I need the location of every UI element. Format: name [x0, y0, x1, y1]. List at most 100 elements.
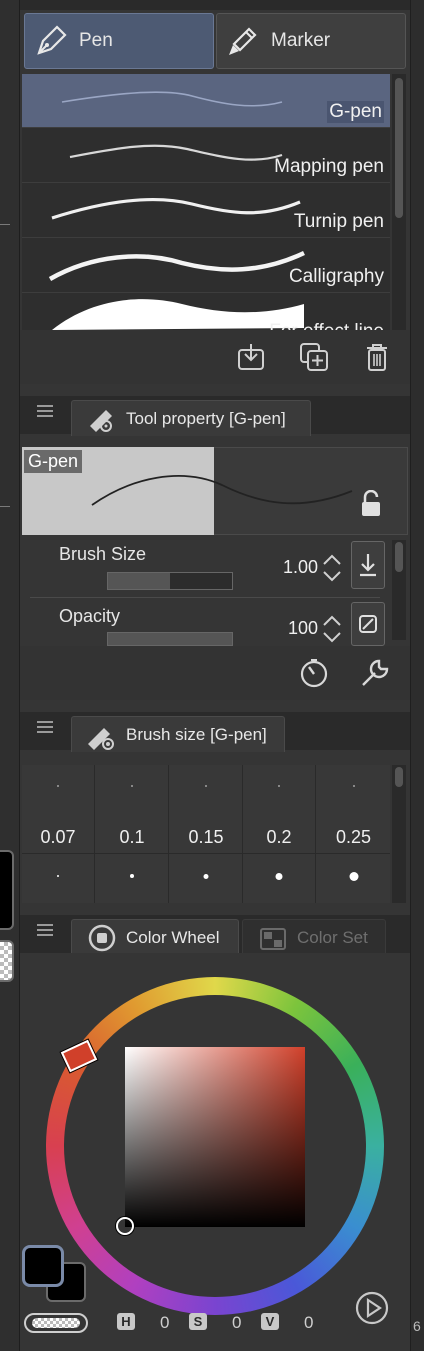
- brush-size-slider-fill: [108, 573, 170, 589]
- left-ruler-tick: [0, 506, 10, 507]
- brush-size-option: 0.2: [266, 827, 292, 847]
- marker-icon: [229, 27, 257, 55]
- brush-size-cell[interactable]: 0.1: [96, 765, 169, 903]
- timer-icon[interactable]: [298, 657, 330, 689]
- list-item-turnip-pen[interactable]: Turnip pen: [22, 184, 390, 238]
- v-badge: V: [261, 1313, 279, 1330]
- h-value[interactable]: 0: [160, 1313, 169, 1333]
- brush-size-option: 0.1: [119, 827, 145, 847]
- property-scroll-thumb[interactable]: [395, 542, 403, 572]
- pressure-button[interactable]: [351, 541, 385, 589]
- tab-brush-size[interactable]: Brush size [G-pen]: [71, 716, 285, 752]
- tab-color-wheel[interactable]: Color Wheel: [71, 919, 239, 955]
- sv-picker-handle[interactable]: [116, 1217, 134, 1235]
- main-color-swatch[interactable]: [22, 1245, 64, 1287]
- size-dot-preview: [205, 785, 207, 787]
- brush-size-cell[interactable]: 0.25: [317, 765, 390, 903]
- brush-size-option: 0.25: [335, 827, 372, 847]
- opacity-option-button[interactable]: [351, 602, 385, 646]
- size-dot: [203, 874, 209, 879]
- brush-size-label: Brush Size: [59, 544, 147, 564]
- brush-size-cell[interactable]: 0.2: [243, 765, 316, 903]
- stepper-icon[interactable]: [321, 553, 343, 583]
- brush-list: G-pen Mapping pen Turnip pen Calligraphy…: [22, 74, 390, 330]
- size-dot-preview: [131, 785, 133, 787]
- tab-pen[interactable]: Pen: [24, 13, 214, 69]
- tab-pen-label: Pen: [79, 30, 113, 51]
- size-dot: [130, 874, 134, 878]
- list-item-mapping-pen[interactable]: Mapping pen: [22, 129, 390, 183]
- s-badge: S: [189, 1313, 207, 1330]
- brush-preview-label: G-pen: [24, 450, 83, 473]
- opacity-label: Opacity: [59, 606, 121, 626]
- left-canvas-strip: [0, 0, 20, 1351]
- unlock-icon[interactable]: [358, 490, 384, 518]
- brush-size-option: 0.15: [188, 827, 224, 847]
- color-set-icon: [260, 927, 286, 950]
- duplicate-brush-icon[interactable]: [299, 342, 329, 372]
- brush-size-title: Brush size [G-pen]: [126, 724, 267, 744]
- size-dot: [275, 873, 283, 880]
- brush-label: For effect line: [269, 321, 384, 330]
- brush-size-icon: [88, 727, 114, 750]
- size-dot-preview: [352, 785, 355, 787]
- opacity-value: 100: [287, 618, 318, 638]
- slash-box-icon: [359, 615, 377, 633]
- size-dot: [349, 872, 358, 881]
- brush-label: Mapping pen: [274, 156, 384, 177]
- play-icon[interactable]: [354, 1290, 390, 1326]
- tab-tool-property[interactable]: Tool property [G-pen]: [71, 400, 311, 436]
- tool-property-title: Tool property [G-pen]: [126, 408, 286, 428]
- s-value[interactable]: 0: [232, 1313, 241, 1333]
- menu-icon[interactable]: [37, 721, 53, 733]
- brush-size-scroll-thumb[interactable]: [395, 767, 403, 787]
- download-icon: [360, 554, 376, 577]
- brush-size-slider[interactable]: [107, 572, 233, 590]
- brush-size-scrollbar[interactable]: [392, 765, 406, 903]
- tool-property-bottom-bar: [20, 646, 410, 700]
- brush-size-value: 1.00: [282, 557, 318, 577]
- v-value[interactable]: 0: [304, 1313, 313, 1333]
- left-transparent-swatch[interactable]: [0, 940, 14, 982]
- size-grid-divider: [22, 853, 390, 854]
- size-dot-preview: [278, 785, 280, 787]
- menu-icon[interactable]: [37, 924, 53, 936]
- left-color-swatch[interactable]: [0, 850, 14, 930]
- list-item-effect-line[interactable]: For effect line: [22, 294, 390, 330]
- pen-icon: [37, 25, 67, 55]
- list-item-calligraphy[interactable]: Calligraphy: [22, 239, 390, 293]
- color-wheel-icon: [88, 924, 116, 951]
- brush-tools-bar: [20, 330, 410, 384]
- right-edge-strip: 6: [410, 0, 424, 1351]
- tab-marker[interactable]: Marker: [216, 13, 406, 69]
- saturation-value-square[interactable]: [125, 1047, 305, 1227]
- opacity-slider-fill: [108, 633, 232, 645]
- tab-marker-label: Marker: [271, 30, 331, 51]
- property-scrollbar[interactable]: [392, 540, 406, 640]
- brush-label: Calligraphy: [288, 266, 384, 287]
- wrench-icon[interactable]: [359, 657, 391, 689]
- color-set-tab-label: Color Set: [297, 927, 368, 947]
- brush-list-scroll-thumb[interactable]: [395, 78, 403, 218]
- transparent-color-toggle[interactable]: [24, 1313, 88, 1333]
- tool-property-icon: [90, 409, 112, 432]
- top-header-sliver: [20, 0, 410, 10]
- brush-size-cell[interactable]: 0.07: [22, 765, 95, 903]
- property-divider: [30, 597, 380, 598]
- brush-size-option: 0.07: [40, 827, 76, 847]
- brush-label: G-pen: [327, 101, 384, 123]
- brush-label: Turnip pen: [293, 211, 384, 232]
- h-badge: H: [117, 1313, 135, 1330]
- delete-brush-icon[interactable]: [362, 342, 392, 372]
- brush-size-cell[interactable]: 0.15: [170, 765, 243, 903]
- import-brush-icon[interactable]: [236, 342, 266, 372]
- stepper-icon[interactable]: [321, 614, 343, 644]
- size-dot: [57, 875, 59, 877]
- size-dot-preview: [57, 785, 59, 787]
- menu-icon[interactable]: [37, 405, 53, 417]
- tab-color-set[interactable]: Color Set: [242, 919, 386, 955]
- brush-size-grid: 0.07 0.1 0.15 0.2 0.25: [22, 765, 390, 903]
- opacity-slider[interactable]: [107, 632, 233, 646]
- list-item-g-pen[interactable]: G-pen: [22, 74, 390, 128]
- right-edge-label: 6: [413, 1318, 421, 1334]
